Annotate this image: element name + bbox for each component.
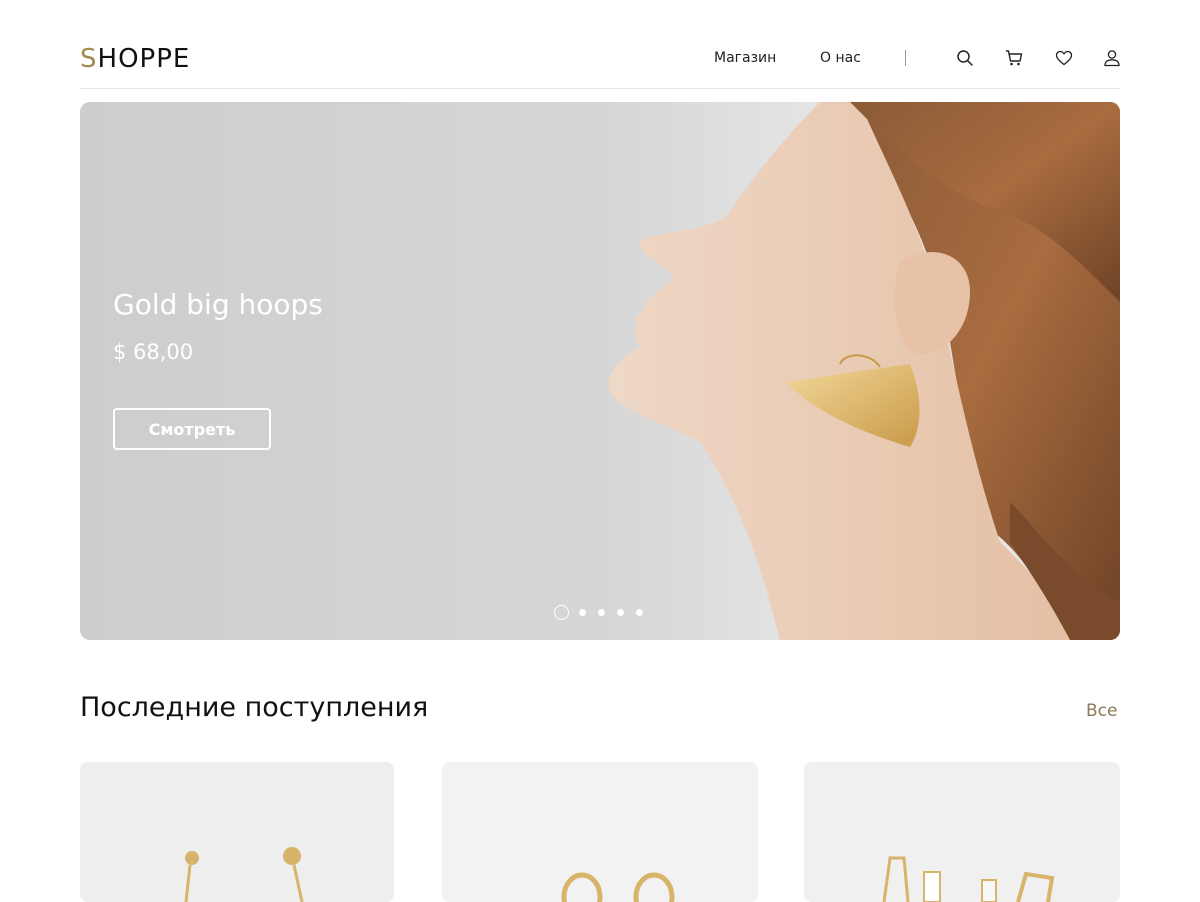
hero-banner: Gold big hoops $ 68,00 Смотреть <box>80 102 1120 640</box>
product-image <box>80 762 394 902</box>
product-image <box>442 762 758 902</box>
nav-link-about[interactable]: О нас <box>820 50 861 66</box>
product-card[interactable] <box>80 762 394 902</box>
product-card[interactable] <box>442 762 758 902</box>
nav-link-shop[interactable]: Магазин <box>714 50 776 66</box>
hero-model-image <box>608 102 1120 640</box>
view-button[interactable]: Смотреть <box>113 408 271 450</box>
slider-dot[interactable] <box>579 609 586 616</box>
product-image <box>804 762 1120 902</box>
page: SHOPPE Магазин О нас Gold big hoops $ 68… <box>0 0 1200 902</box>
see-all-link[interactable]: Все <box>1086 701 1117 721</box>
logo[interactable]: SHOPPE <box>80 44 190 74</box>
logo-accent-letter: S <box>80 44 98 74</box>
heart-icon[interactable] <box>1054 48 1074 68</box>
cart-icon[interactable] <box>1004 48 1024 68</box>
slider-dot[interactable] <box>636 609 643 616</box>
hero-title: Gold big hoops <box>113 288 323 321</box>
nav-divider <box>905 50 906 66</box>
hero-price: $ 68,00 <box>113 340 194 364</box>
slider-dot[interactable] <box>617 609 624 616</box>
slider-dot-active[interactable] <box>554 605 569 620</box>
product-card[interactable] <box>804 762 1120 902</box>
user-icon[interactable] <box>1102 48 1122 68</box>
header: SHOPPE Магазин О нас <box>80 34 1120 89</box>
slider-dot[interactable] <box>598 609 605 616</box>
logo-text: HOPPE <box>97 44 191 74</box>
search-icon[interactable] <box>955 48 975 68</box>
section-title: Последние поступления <box>80 692 429 723</box>
